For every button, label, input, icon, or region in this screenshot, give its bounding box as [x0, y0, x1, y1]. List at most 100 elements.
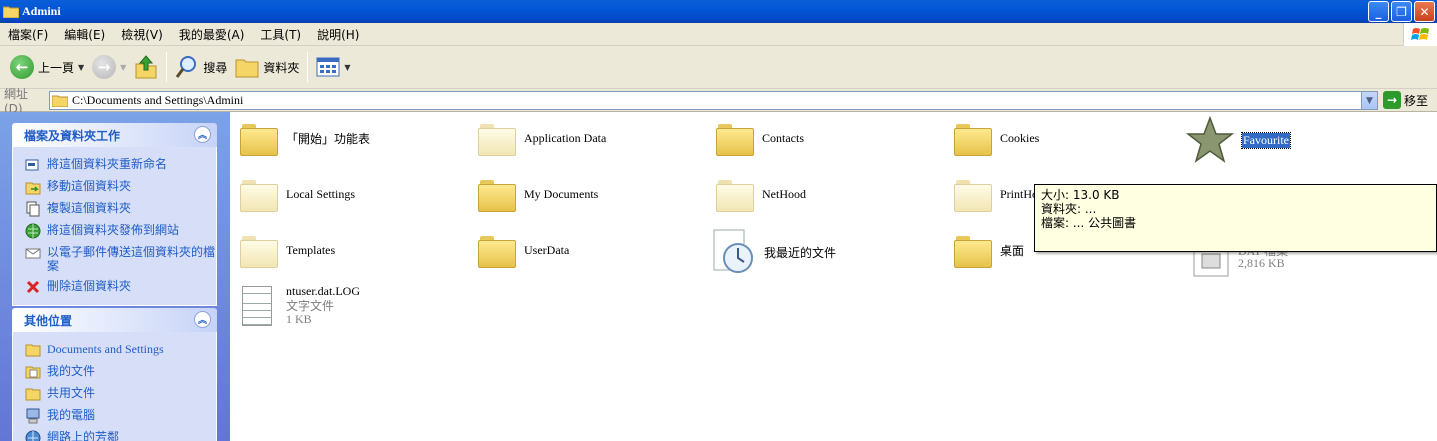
file-item[interactable]: Templates	[240, 234, 335, 268]
task-pane: 檔案及資料夾工作 ︽ 將這個資料夾重新命名 移動這個資料夾 複製這個資料夾 將這…	[0, 112, 230, 441]
up-folder-button[interactable]	[130, 49, 162, 85]
close-button[interactable]: ✕	[1414, 1, 1435, 22]
menu-bar: 檔案(F) 編輯(E) 檢視(V) 我的最愛(A) 工具(T) 說明(H)	[0, 23, 1437, 46]
file-item[interactable]: Contacts	[716, 122, 804, 156]
tooltip-folders: 資料夾: ...	[1041, 202, 1097, 216]
folder-icon	[478, 178, 516, 212]
folder-icon	[954, 178, 992, 212]
address-input[interactable]: C:\Documents and Settings\Admini ▼	[49, 91, 1378, 110]
task-delete[interactable]: 刪除這個資料夾	[25, 279, 216, 295]
back-button[interactable]: ← 上一頁 ▼	[6, 49, 88, 85]
back-label: 上一頁	[38, 60, 75, 75]
my-documents-icon	[25, 366, 41, 379]
views-icon	[316, 57, 340, 77]
folder-icon	[52, 95, 68, 107]
folder-icon	[240, 178, 278, 212]
folder-icon	[478, 122, 516, 156]
forward-arrow-icon: →	[92, 55, 117, 79]
task-move[interactable]: 移動這個資料夾	[25, 179, 216, 195]
back-arrow-icon: ←	[10, 55, 34, 79]
file-item[interactable]: NetHood	[716, 178, 806, 212]
restore-button[interactable]: ❐	[1391, 1, 1412, 22]
file-size: 2,816 KB	[1238, 256, 1285, 270]
folders-label: 資料夾	[263, 60, 300, 75]
address-bar: 網址(D) C:\Documents and Settings\Admini ▼…	[0, 87, 1437, 116]
panel-title: 其他位置	[24, 313, 73, 328]
place-documents-and-settings[interactable]: Documents and Settings	[25, 342, 216, 358]
window-title: Admini	[22, 4, 61, 18]
file-item[interactable]: Application Data	[478, 122, 606, 156]
panel-body: 將這個資料夾重新命名 移動這個資料夾 複製這個資料夾 將這個資料夾發佈到網站 以…	[12, 147, 217, 306]
folders-button[interactable]: 資料夾	[231, 49, 303, 85]
folder-icon	[25, 344, 41, 357]
file-item-selected[interactable]: Favourite	[1186, 116, 1291, 164]
other-places-panel: 其他位置 ︽ Documents and Settings 我的文件 共用文件 …	[12, 308, 217, 441]
search-label: 搜尋	[203, 60, 228, 75]
file-item[interactable]: Local Settings	[240, 178, 355, 212]
move-icon	[25, 182, 41, 195]
chevron-down-icon[interactable]: ▼	[344, 63, 350, 72]
folder-icon	[2, 5, 20, 19]
tooltip-size: 大小: 13.0 KB	[1041, 188, 1120, 202]
task-publish[interactable]: 將這個資料夾發佈到網站	[25, 223, 216, 239]
panel-header[interactable]: 檔案及資料夾工作 ︽	[12, 123, 217, 147]
minimize-button[interactable]: _	[1368, 1, 1389, 22]
go-arrow-icon: →	[1383, 91, 1401, 109]
place-shared-documents[interactable]: 共用文件	[25, 386, 216, 402]
restore-icon: ❐	[1396, 4, 1407, 19]
go-button[interactable]: → 移至	[1383, 91, 1428, 109]
chevron-down-icon[interactable]: ▼	[120, 63, 126, 72]
place-my-documents[interactable]: 我的文件	[25, 364, 216, 380]
file-tasks-panel: 檔案及資料夾工作 ︽ 將這個資料夾重新命名 移動這個資料夾 複製這個資料夾 將這…	[12, 123, 217, 306]
folder-icon	[954, 122, 992, 156]
folders-icon	[235, 59, 259, 78]
collapse-icon[interactable]: ︽	[194, 311, 211, 328]
file-size: 1 KB	[286, 311, 312, 326]
rename-icon	[25, 159, 39, 171]
file-item[interactable]: PrintHo	[954, 178, 1038, 212]
menu-file[interactable]: 檔案(F)	[0, 26, 56, 43]
address-label: 網址(D)	[4, 86, 29, 116]
panel-body: Documents and Settings 我的文件 共用文件 我的電腦 網路…	[12, 332, 217, 441]
place-my-computer[interactable]: 我的電腦	[25, 408, 216, 424]
views-button[interactable]: ▼	[312, 49, 354, 85]
file-item[interactable]: UserData	[478, 234, 569, 268]
file-item[interactable]: ntuser.dat.LOG 文字文件 1 KB	[242, 284, 360, 326]
chevron-down-icon[interactable]: ▼	[78, 63, 84, 72]
file-item[interactable]: My Documents	[478, 178, 598, 212]
file-item[interactable]: 我最近的文件	[710, 228, 836, 276]
copy-icon	[26, 201, 40, 217]
chevron-down-icon[interactable]: ▼	[1361, 92, 1377, 109]
close-icon: ✕	[1419, 4, 1430, 19]
go-label: 移至	[1404, 93, 1429, 108]
recent-documents-icon	[713, 229, 753, 273]
address-path: C:\Documents and Settings\Admini	[72, 93, 244, 107]
file-item[interactable]: 「開始」功能表	[240, 122, 370, 156]
panel-header[interactable]: 其他位置 ︽	[12, 308, 217, 332]
place-network[interactable]: 網路上的芳鄰	[25, 430, 216, 441]
text-document-icon	[242, 286, 272, 326]
toolbar: ← 上一頁 ▼ → ▼ 搜尋 資料夾 ▼	[0, 46, 1437, 89]
folder-icon	[954, 234, 992, 268]
task-copy[interactable]: 複製這個資料夾	[25, 201, 216, 217]
my-computer-icon	[26, 408, 40, 424]
menu-edit[interactable]: 編輯(E)	[56, 26, 113, 43]
file-item[interactable]: Cookies	[954, 122, 1039, 156]
up-folder-icon	[135, 55, 157, 79]
network-icon	[25, 430, 41, 441]
file-item[interactable]: 桌面	[954, 234, 1024, 268]
menu-help[interactable]: 說明(H)	[309, 26, 367, 43]
task-email[interactable]: 以電子郵件傳送這個資料夾的檔案	[25, 245, 216, 273]
forward-button[interactable]: → ▼	[88, 49, 130, 85]
collapse-icon[interactable]: ︽	[194, 126, 211, 143]
menu-tools[interactable]: 工具(T)	[252, 26, 309, 43]
menu-view[interactable]: 檢視(V)	[113, 26, 171, 43]
info-tooltip: 大小: 13.0 KB 資料夾: ... 檔案: ... 公共圖書	[1034, 184, 1437, 252]
file-kind: 文字文件	[286, 298, 335, 313]
task-rename[interactable]: 將這個資料夾重新命名	[25, 157, 216, 173]
folder-icon	[716, 122, 754, 156]
search-button[interactable]: 搜尋	[171, 49, 231, 85]
menu-favorites[interactable]: 我的最愛(A)	[171, 26, 253, 43]
folder-icon	[478, 234, 516, 268]
publish-web-icon	[25, 223, 41, 239]
